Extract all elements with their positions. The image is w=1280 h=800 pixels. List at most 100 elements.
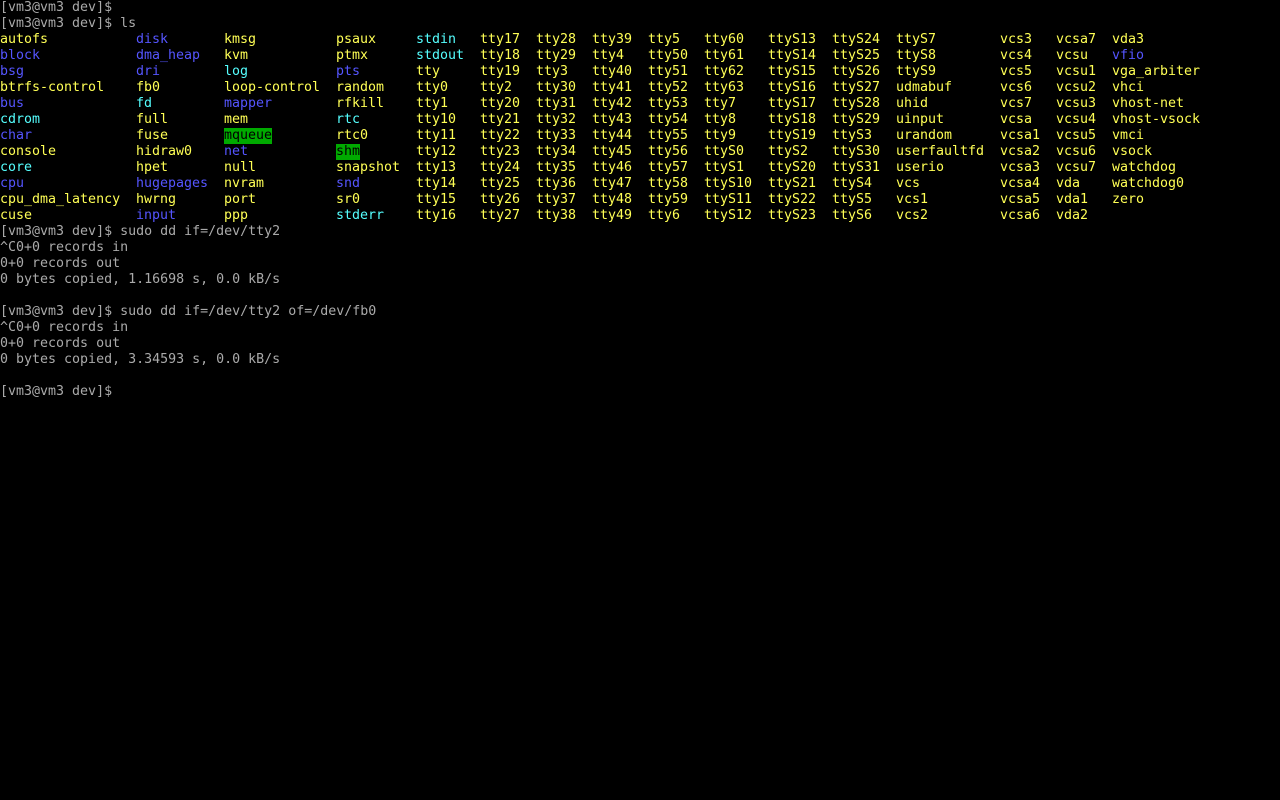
ls-entry: vcsa3 bbox=[1000, 160, 1041, 175]
ls-entry: tty11 bbox=[416, 128, 457, 143]
ls-entry: kmsg bbox=[224, 32, 257, 47]
ls-entry: vsock bbox=[1112, 144, 1153, 159]
ls-entry: tty24 bbox=[480, 160, 521, 175]
ls-entry: vcsu1 bbox=[1056, 64, 1097, 79]
ls-entry: watchdog bbox=[1112, 160, 1177, 175]
ls-entry: uinput bbox=[896, 112, 945, 127]
current-prompt: [vm3@vm3 dev]$ bbox=[0, 384, 113, 399]
ls-entry: tty44 bbox=[592, 128, 633, 143]
ls-entry: dri bbox=[136, 64, 161, 79]
ls-entry: vcsa1 bbox=[1000, 128, 1041, 143]
ls-entry: tty2 bbox=[480, 80, 513, 95]
ls-entry: cdrom bbox=[0, 112, 41, 127]
ls-entry: vfio bbox=[1112, 48, 1145, 63]
ls-entry: pts bbox=[336, 64, 361, 79]
ls-entry: tty40 bbox=[592, 64, 633, 79]
ls-entry: tty37 bbox=[536, 192, 577, 207]
ls-entry: ttyS19 bbox=[768, 128, 817, 143]
ls-entry: tty54 bbox=[648, 112, 689, 127]
ls-entry: tty53 bbox=[648, 96, 689, 111]
ls-entry: tty46 bbox=[592, 160, 633, 175]
ls-entry: bus bbox=[0, 96, 25, 111]
bytes-copied-line: 0 bytes copied, 3.34593 s, 0.0 kB/s bbox=[0, 352, 281, 367]
ls-entry: tty4 bbox=[592, 48, 625, 63]
ls-entry: tty63 bbox=[704, 80, 745, 95]
ls-entry: mapper bbox=[224, 96, 273, 111]
ls-entry: tty62 bbox=[704, 64, 745, 79]
ls-entry: tty26 bbox=[480, 192, 521, 207]
ls-entry: tty52 bbox=[648, 80, 689, 95]
ls-entry: vda3 bbox=[1112, 32, 1145, 47]
ls-entry: udmabuf bbox=[896, 80, 953, 95]
ls-entry: mqueue bbox=[224, 128, 273, 144]
ls-entry: vcsa7 bbox=[1056, 32, 1097, 47]
ls-command-line: [vm3@vm3 dev]$ ls bbox=[0, 16, 137, 31]
ls-entry: tty58 bbox=[648, 176, 689, 191]
ls-entry: tty36 bbox=[536, 176, 577, 191]
ls-entry: full bbox=[136, 112, 169, 127]
ls-entry: tty48 bbox=[592, 192, 633, 207]
ls-entry: bsg bbox=[0, 64, 25, 79]
ls-entry: ttyS21 bbox=[768, 176, 817, 191]
ls-entry: tty12 bbox=[416, 144, 457, 159]
ls-entry: stderr bbox=[336, 208, 385, 223]
ls-entry: ppp bbox=[224, 208, 249, 223]
terminal-console[interactable]: [vm3@vm3 dev]$ [vm3@vm3 dev]$ ls autofs b… bbox=[0, 0, 1280, 800]
ls-entry: tty25 bbox=[480, 176, 521, 191]
ls-entry: vhost-vsock bbox=[1112, 112, 1201, 127]
ls-entry: ttyS8 bbox=[896, 48, 937, 63]
ls-entry: ttyS23 bbox=[768, 208, 817, 223]
prompt-line: [vm3@vm3 dev]$ bbox=[0, 0, 113, 15]
ls-entry: tty34 bbox=[536, 144, 577, 159]
ls-entry: tty8 bbox=[704, 112, 737, 127]
records-out-line: 0+0 records out bbox=[0, 256, 121, 271]
records-in-line: ^C0+0 records in bbox=[0, 320, 129, 335]
ls-entry: userio bbox=[896, 160, 945, 175]
ls-entry: ttyS24 bbox=[832, 32, 881, 47]
ls-entry: rfkill bbox=[336, 96, 385, 111]
ls-entry: tty19 bbox=[480, 64, 521, 79]
ls-entry: zero bbox=[1112, 192, 1145, 207]
ls-entry: vcsa6 bbox=[1000, 208, 1041, 223]
current-prompt-line[interactable]: [vm3@vm3 dev]$ bbox=[0, 384, 112, 400]
ls-entry: tty45 bbox=[592, 144, 633, 159]
ls-entry: tty21 bbox=[480, 112, 521, 127]
ls-entry: tty18 bbox=[480, 48, 521, 63]
ls-entry: stdout bbox=[416, 48, 465, 63]
ls-entry: hidraw0 bbox=[136, 144, 193, 159]
ls-entry: tty15 bbox=[416, 192, 457, 207]
ls-entry: vga_arbiter bbox=[1112, 64, 1201, 79]
ls-entry: vcs3 bbox=[1000, 32, 1033, 47]
ls-entry: ttyS10 bbox=[704, 176, 753, 191]
ls-entry: vmci bbox=[1112, 128, 1145, 143]
ls-entry: ttyS9 bbox=[896, 64, 937, 79]
ls-entry: tty51 bbox=[648, 64, 689, 79]
ls-entry: vda bbox=[1056, 176, 1081, 191]
ls-entry: ttyS12 bbox=[704, 208, 753, 223]
ls-entry: tty30 bbox=[536, 80, 577, 95]
ls-entry: core bbox=[0, 160, 33, 175]
ls-entry: ttyS4 bbox=[832, 176, 873, 191]
ls-entry: ttyS20 bbox=[768, 160, 817, 175]
ls-entry: loop-control bbox=[224, 80, 321, 95]
ls-entry: vcsa5 bbox=[1000, 192, 1041, 207]
ls-entry: sr0 bbox=[336, 192, 361, 207]
ls-entry: tty28 bbox=[536, 32, 577, 47]
ls-entry: tty55 bbox=[648, 128, 689, 143]
ls-entry: port bbox=[224, 192, 257, 207]
ls-entry: ttyS22 bbox=[768, 192, 817, 207]
records-out-line: 0+0 records out bbox=[0, 336, 121, 351]
ls-entry: vcs1 bbox=[896, 192, 929, 207]
ls-entry: ttyS30 bbox=[832, 144, 881, 159]
ls-entry: vhci bbox=[1112, 80, 1145, 95]
ls-entry: nvram bbox=[224, 176, 265, 191]
ls-entry: ttyS31 bbox=[832, 160, 881, 175]
ls-entry: ttyS1 bbox=[704, 160, 745, 175]
ls-entry: null bbox=[224, 160, 257, 175]
ls-entry: vcsu4 bbox=[1056, 112, 1097, 127]
ls-entry: ttyS6 bbox=[832, 208, 873, 223]
ls-entry: ttyS17 bbox=[768, 96, 817, 111]
ls-entry: cuse bbox=[0, 208, 33, 223]
ls-entry: ttyS13 bbox=[768, 32, 817, 47]
ls-entry: hwrng bbox=[136, 192, 177, 207]
